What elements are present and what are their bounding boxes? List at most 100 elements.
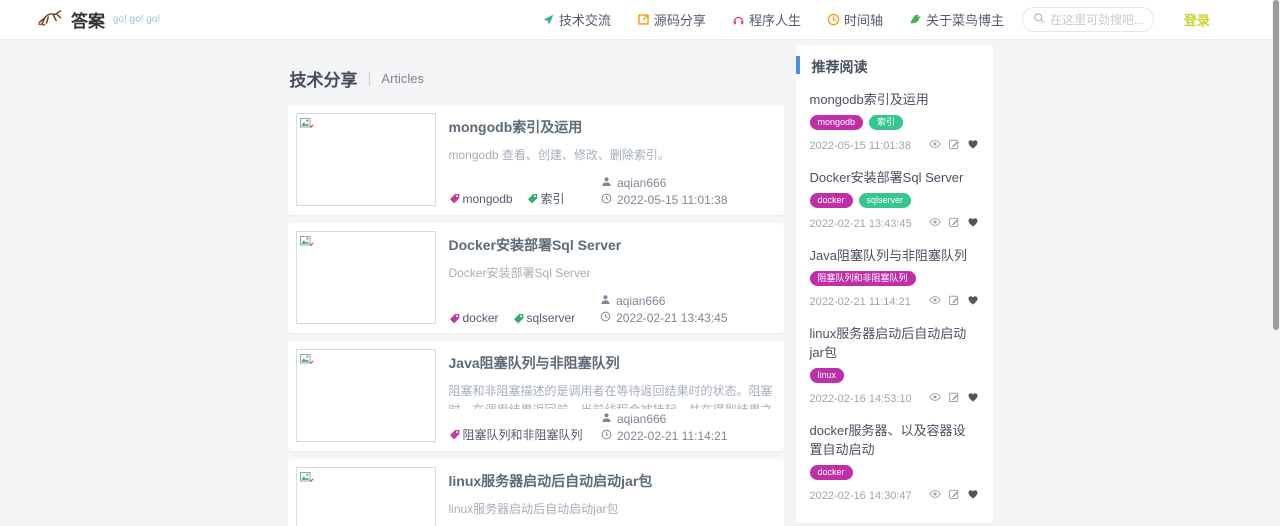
recommended-item-footer: 2022-02-21 11:14:21: [810, 293, 979, 311]
person-icon: [601, 412, 612, 426]
recommended-item-title[interactable]: Docker安装部署Sql Server: [810, 167, 979, 186]
article-author-row: aqian666: [601, 412, 728, 426]
recommended-item: Java阻塞队列与非阻塞队列 阻塞队列和非阻塞队列 2022-02-21 11:…: [809, 239, 979, 317]
recommended-item-title[interactable]: linux服务器启动后自动启动jar包: [810, 323, 979, 361]
article-list: mongodb索引及运用 mongodb 查看、创建、修改、删除索引。 mong…: [287, 105, 784, 526]
recommended-item-footer: 2022-02-16 14:30:47: [810, 487, 979, 505]
article-title[interactable]: Java阻塞队列与非阻塞队列: [449, 353, 776, 373]
scrollbar-thumb[interactable]: [1273, 0, 1279, 330]
search-icon: [1033, 11, 1045, 29]
edit-icon: [948, 487, 960, 505]
nav-item-programmer-life[interactable]: 程序人生: [732, 10, 801, 29]
recommended-item-stats: [928, 487, 979, 505]
site-slogan: go! go! go!: [113, 14, 161, 25]
recommended-item-badges: mongodb 索引: [809, 115, 979, 130]
bird-icon: [909, 13, 922, 26]
person-icon: [601, 176, 612, 190]
sidebar: 推荐阅读 mongodb索引及运用 mongodb 索引 2022-05-15 1…: [795, 45, 993, 526]
heart-icon[interactable]: [967, 487, 979, 505]
recommended-item-stats: [928, 137, 979, 155]
broken-image-icon: [299, 235, 314, 252]
eye-icon: [928, 137, 941, 155]
article-date-row: 2022-05-15 11:01:38: [601, 193, 728, 207]
nav-item-tech-exchange[interactable]: 技术交流: [542, 10, 611, 29]
article-author-row: aqian666: [601, 176, 728, 190]
nav-item-timeline[interactable]: 时间轴: [827, 10, 883, 29]
recommended-item-title[interactable]: mongodb索引及运用: [810, 89, 979, 108]
heart-icon[interactable]: [967, 293, 979, 311]
article-card[interactable]: Docker安装部署Sql Server Docker安装部署Sql Serve…: [287, 223, 784, 333]
article-date: 2022-02-21 13:43:45: [616, 311, 728, 325]
article-thumbnail[interactable]: [295, 467, 436, 526]
article-date-row: 2022-02-21 13:43:45: [600, 311, 728, 325]
person-icon: [600, 294, 611, 308]
article-tag[interactable]: sqlserver: [513, 311, 575, 325]
recommended-item-footer: 2022-02-16 14:53:10: [810, 390, 979, 408]
recommended-item-badges: linux: [809, 368, 979, 383]
article-excerpt: Docker安装部署Sql Server: [448, 266, 591, 280]
edit-icon: [948, 390, 960, 408]
article-excerpt: 阻塞和非阻塞描述的是调用者在等待返回结果时的状态。阻塞时，在调用结果返回前，当前…: [448, 384, 773, 409]
clock-icon: [600, 311, 611, 325]
article-tag[interactable]: 阻塞队列和非阻塞队列: [449, 426, 583, 443]
heart-icon[interactable]: [967, 215, 979, 233]
tag-icon: [449, 429, 460, 440]
tag-badge[interactable]: 阻塞队列和非阻塞队列: [809, 271, 916, 286]
article-thumbnail[interactable]: [295, 113, 436, 206]
heart-icon[interactable]: [967, 137, 979, 155]
login-button[interactable]: 登录: [1184, 10, 1210, 29]
article-tag[interactable]: docker: [449, 311, 499, 325]
article-title[interactable]: linux服务器启动后自动启动jar包: [449, 471, 776, 491]
nav-item-source-share[interactable]: 源码分享: [637, 10, 706, 29]
tag-badge[interactable]: docker: [809, 193, 853, 208]
article-title[interactable]: mongodb索引及运用: [449, 117, 776, 137]
recommended-item-stats: [928, 390, 979, 408]
recommended-item-badges: docker sqlserver: [809, 193, 979, 208]
recommended-item-footer: 2022-02-21 13:43:45: [810, 215, 979, 233]
article-card[interactable]: mongodb索引及运用 mongodb 查看、创建、修改、删除索引。 mong…: [287, 105, 784, 215]
article-thumbnail[interactable]: [295, 349, 436, 442]
recommended-item-badges: 阻塞队列和非阻塞队列: [809, 271, 979, 286]
headset-icon: [732, 13, 745, 26]
recommended-item-date: 2022-02-16 14:30:47: [809, 490, 912, 502]
article-footer: mongodb 索引 aqian666 2022-05-15 11:01:38: [449, 173, 776, 207]
tag-badge[interactable]: sqlserver: [858, 193, 912, 208]
article-body: Java阻塞队列与非阻塞队列 阻塞和非阻塞描述的是调用者在等待返回结果时的状态。…: [449, 349, 776, 443]
article-author: aqian666: [616, 412, 667, 426]
nav-item-about-blogger[interactable]: 关于菜鸟博主: [909, 10, 1004, 29]
articles-column: 技术分享 | Articles mongodb索引及运用 mongodb 查看、…: [287, 45, 784, 526]
recommended-list: mongodb索引及运用 mongodb 索引 2022-05-15 11:01:…: [809, 83, 979, 511]
recommended-card: 推荐阅读 mongodb索引及运用 mongodb 索引 2022-05-15 1…: [795, 45, 993, 523]
tag-icon: [527, 193, 538, 204]
broken-image-icon: [299, 353, 314, 370]
article-title[interactable]: Docker安装部署Sql Server: [449, 235, 776, 255]
recommended-item: Docker安装部署Sql Server docker sqlserver 202…: [809, 161, 979, 239]
article-thumbnail[interactable]: [295, 231, 436, 324]
recommended-item-date: 2022-02-16 14:53:10: [809, 393, 912, 405]
site-logo[interactable]: 答案 go! go! go!: [36, 6, 160, 33]
recommended-item-title[interactable]: docker服务器、以及容器设置自动启动: [810, 420, 979, 458]
heart-icon[interactable]: [967, 390, 979, 408]
search-input[interactable]: [1049, 12, 1143, 27]
tag-label: mongodb: [462, 191, 513, 206]
accent-bar: [795, 56, 800, 74]
tag-badge[interactable]: 索引: [869, 115, 904, 130]
article-card[interactable]: Java阻塞队列与非阻塞队列 阻塞和非阻塞描述的是调用者在等待返回结果时的状态。…: [287, 341, 784, 451]
article-tag[interactable]: 索引: [527, 190, 565, 207]
recommended-item: docker服务器、以及容器设置自动启动 docker 2022-02-16 1…: [809, 414, 979, 511]
article-meta: aqian666 2022-05-15 11:01:38: [601, 173, 728, 207]
article-tags: 阻塞队列和非阻塞队列: [449, 426, 583, 443]
recommended-item-title[interactable]: Java阻塞队列与非阻塞队列: [810, 245, 979, 264]
scrollbar-track: [1272, 0, 1280, 526]
edit-icon: [948, 293, 960, 311]
article-date-row: 2022-02-21 11:14:21: [601, 429, 728, 443]
tag-badge[interactable]: docker: [809, 465, 853, 480]
site-title: 答案: [71, 12, 105, 31]
article-card[interactable]: linux服务器启动后自动启动jar包 linux服务器启动后自动启动jar包: [287, 459, 784, 526]
eye-icon: [928, 293, 941, 311]
recommended-item-stats: [928, 215, 979, 233]
tag-badge[interactable]: mongodb: [809, 115, 864, 130]
article-tag[interactable]: mongodb: [449, 190, 513, 207]
tag-badge[interactable]: linux: [809, 368, 845, 383]
tag-label: 索引: [540, 192, 565, 206]
